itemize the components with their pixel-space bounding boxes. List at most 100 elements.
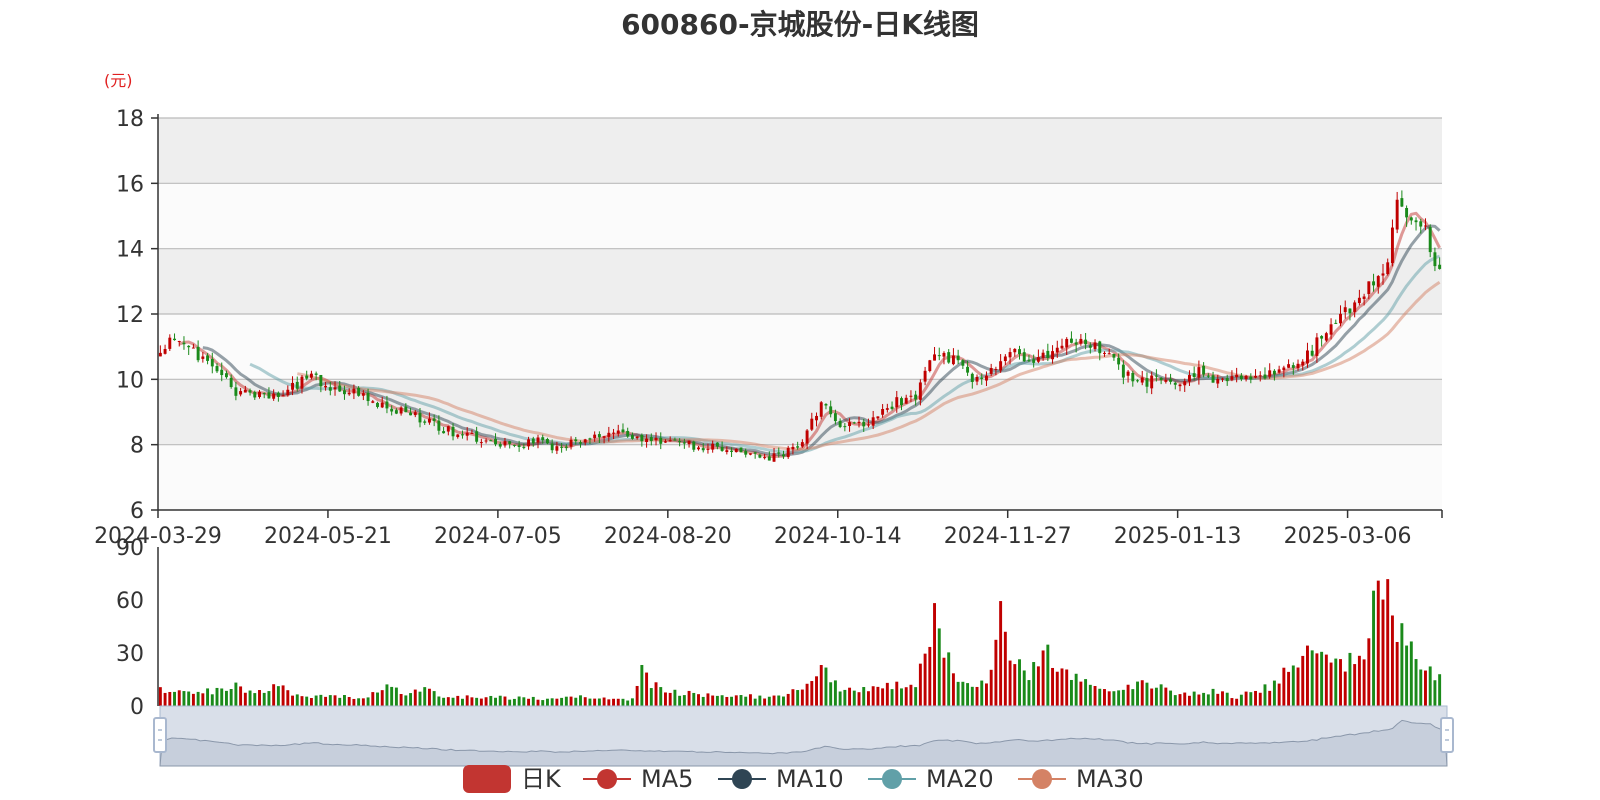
volume-bar [876, 686, 880, 706]
volume-bar [687, 690, 691, 706]
chart-legend: 日K MA5 MA10 MA20 MA30 [463, 765, 1144, 793]
candle-body [262, 393, 266, 395]
x-tick-label: 2024-03-29 [94, 524, 222, 549]
candle-body [1060, 345, 1064, 349]
legend-item-ma5[interactable]: MA5 [583, 765, 693, 793]
volume-bar [173, 691, 176, 706]
volume-bar [923, 653, 927, 706]
candle-body [1003, 356, 1007, 362]
volume-bar [961, 681, 965, 706]
candle-body [588, 438, 592, 440]
volume-bar [833, 680, 837, 706]
volume-bar [1334, 658, 1338, 706]
candle-body [305, 375, 309, 379]
volume-bar [503, 696, 507, 706]
zoom-handle-grip[interactable] [153, 717, 167, 753]
candle-body [654, 437, 658, 441]
volume-bar [404, 695, 408, 706]
candle-body [427, 418, 431, 423]
volume-bar [1235, 698, 1239, 706]
candle-body [876, 416, 880, 419]
candle-body [730, 450, 734, 452]
candle-body [824, 403, 828, 406]
volume-bar [866, 691, 870, 706]
volume-bar [895, 681, 899, 706]
candlestick [739, 447, 743, 453]
volume-bar [649, 688, 653, 706]
candle-body [309, 373, 313, 378]
legend-item-ma20[interactable]: MA20 [868, 765, 994, 793]
candle-body [220, 369, 224, 376]
volume-bar [1301, 655, 1305, 706]
zoom-handle-left[interactable] [153, 717, 167, 753]
volume-bar [621, 698, 625, 706]
volume-bar [1192, 691, 1196, 706]
volume-bar [1254, 690, 1258, 706]
volume-bar [933, 603, 937, 706]
candlestick [928, 359, 932, 373]
volume-bar [1036, 666, 1040, 706]
candle-body [923, 370, 927, 382]
candle-body [1282, 367, 1286, 371]
volume-bar [989, 669, 993, 706]
legend-item-ma30[interactable]: MA30 [1018, 765, 1144, 793]
grid-band [158, 183, 1442, 249]
volume-bar [215, 687, 219, 706]
candle-body [1173, 382, 1177, 385]
volume-bar [342, 695, 346, 706]
candle-body [465, 432, 469, 436]
volume-bar [1353, 664, 1357, 706]
candle-body [1103, 352, 1106, 354]
volume-bar [418, 691, 422, 706]
volume-bar [956, 681, 960, 706]
candle-body [314, 373, 318, 375]
candle-body [376, 402, 379, 407]
volume-bar [1428, 666, 1432, 706]
date-x-axis: 2024-03-29 2024-05-21 2024-07-05 2024-08-20… [94, 509, 1443, 549]
candle-body [158, 352, 162, 357]
candle-body [668, 440, 672, 442]
candle-body [989, 368, 993, 374]
candle-body [517, 445, 521, 448]
candle-body [342, 390, 346, 395]
candle-body [701, 448, 705, 451]
candle-body [663, 441, 667, 443]
candle-body [994, 369, 998, 371]
volume-bar [1173, 695, 1177, 706]
legend-item-日k[interactable]: 日K [463, 765, 562, 793]
candle-body [616, 430, 620, 434]
volume-bar [1112, 691, 1116, 706]
volume-bar [248, 690, 252, 706]
candle-body [786, 447, 790, 458]
candle-body [1268, 370, 1272, 377]
candle-body [635, 436, 639, 439]
volume-bar [763, 698, 767, 706]
volume-bar [1362, 659, 1366, 706]
candle-body [536, 437, 540, 443]
legend-item-ma10[interactable]: MA10 [718, 765, 844, 793]
zoom-handle-grip[interactable] [1440, 717, 1454, 753]
candle-body [649, 437, 653, 441]
candle-body [720, 446, 724, 451]
candle-body [442, 431, 446, 434]
volume-bar [1409, 641, 1413, 706]
zoom-handle-right[interactable] [1440, 717, 1454, 753]
candle-body [1357, 297, 1361, 304]
candle-body [196, 346, 200, 361]
candle-body [909, 395, 913, 397]
candle-body [739, 447, 743, 453]
volume-bar [1324, 654, 1328, 706]
candle-body [555, 446, 559, 451]
candle-body [267, 392, 271, 399]
candle-body [1339, 313, 1342, 324]
candle-body [1150, 375, 1154, 389]
data-zoom-slider[interactable] [153, 705, 1454, 767]
volume-bar [1367, 638, 1371, 706]
candle-body [1036, 357, 1040, 362]
volume-bar [630, 698, 634, 706]
volume-bar [394, 687, 398, 706]
volume-bar [276, 686, 280, 706]
volume-bar [437, 696, 441, 706]
volume-bar [640, 664, 644, 706]
candle-body [1263, 374, 1267, 379]
